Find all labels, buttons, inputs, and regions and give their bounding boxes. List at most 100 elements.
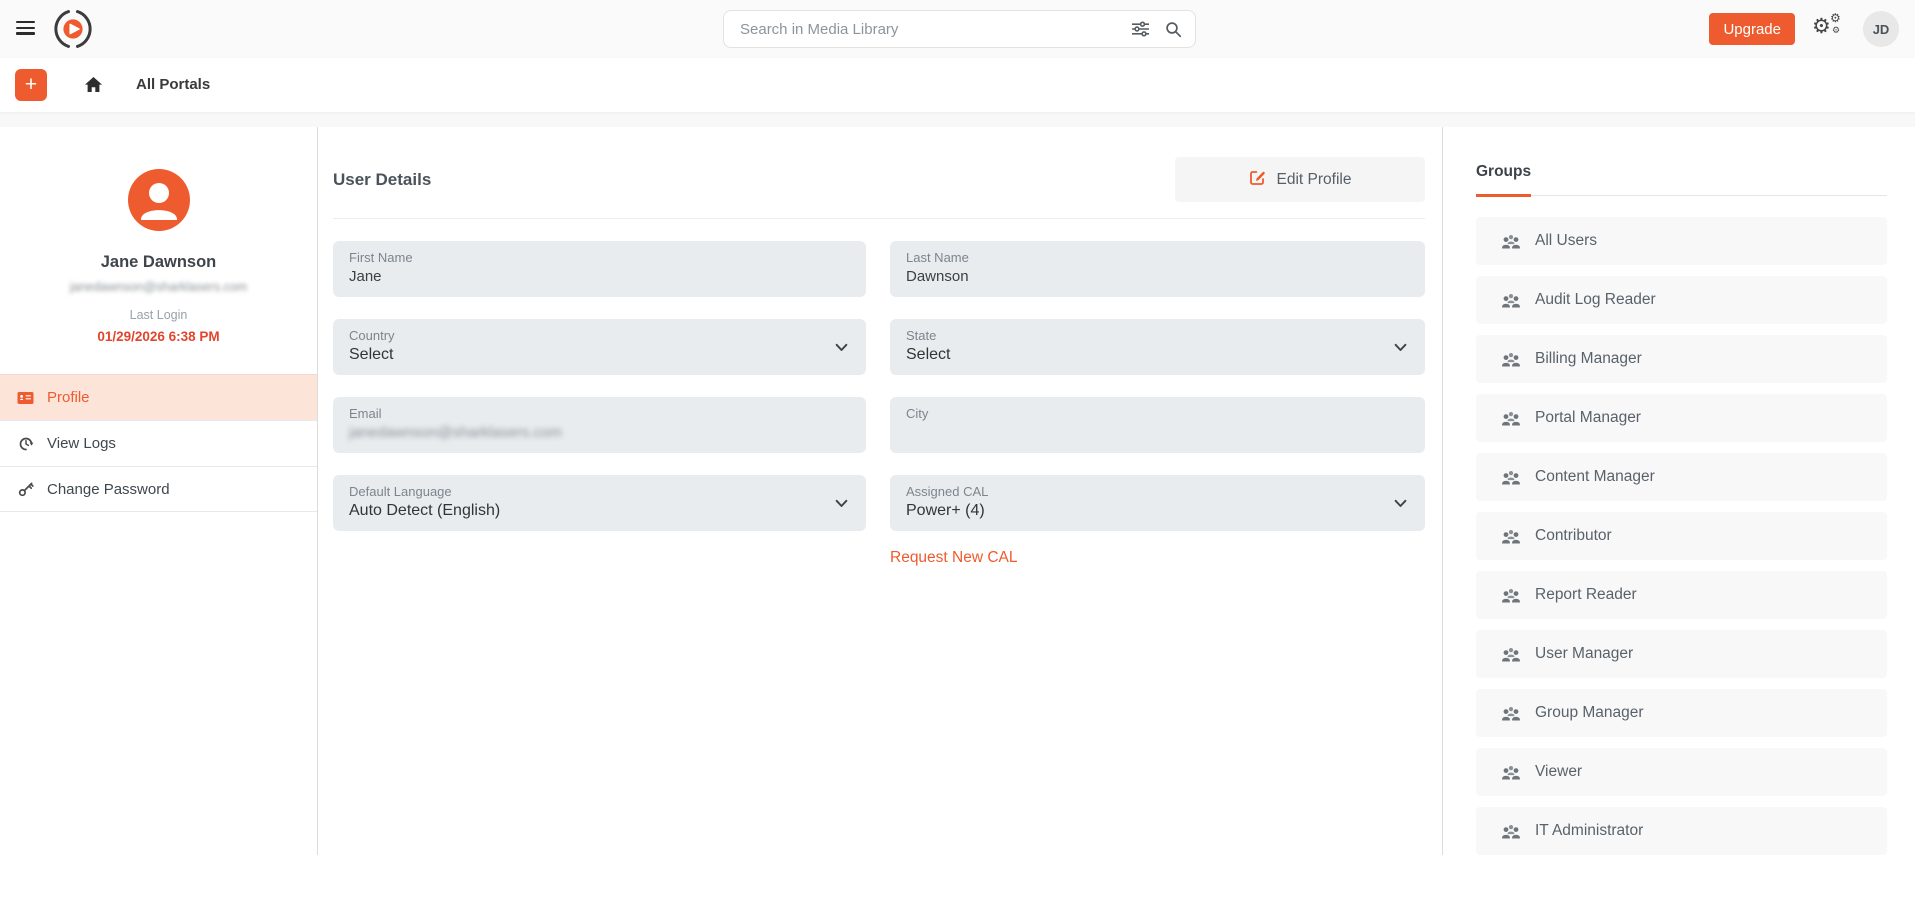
menu-item-label: View Logs	[47, 435, 116, 452]
breadcrumb[interactable]: All Portals	[136, 76, 210, 93]
top-right-cluster: Upgrade ⚙⚙⚙ JD	[1709, 0, 1899, 58]
group-item-user-manager[interactable]: User Manager	[1476, 630, 1887, 678]
group-item-billing-manager[interactable]: Billing Manager	[1476, 335, 1887, 383]
users-icon	[1501, 588, 1521, 603]
last-name-field[interactable]: Last Name Dawnson	[890, 241, 1425, 297]
chevron-down-icon	[835, 499, 848, 508]
email-field[interactable]: Email janedawnson@sharklasers.com	[333, 397, 866, 453]
profile-menu: Profile View Logs	[0, 374, 317, 512]
page-title: User Details	[333, 170, 431, 190]
field-value: janedawnson@sharklasers.com	[349, 424, 850, 441]
top-bar: Upgrade ⚙⚙⚙ JD	[0, 0, 1915, 58]
group-item-portal-manager[interactable]: Portal Manager	[1476, 394, 1887, 442]
field-label: First Name	[349, 250, 850, 265]
group-item-contributor[interactable]: Contributor	[1476, 512, 1887, 560]
users-icon	[1501, 647, 1521, 662]
users-icon	[1501, 293, 1521, 308]
last-login-value: 01/29/2026 6:38 PM	[0, 329, 317, 344]
edit-profile-label: Edit Profile	[1277, 171, 1352, 189]
users-icon	[1501, 470, 1521, 485]
group-item-it-administrator[interactable]: IT Administrator	[1476, 807, 1887, 855]
search-icon[interactable]	[1165, 21, 1182, 38]
groups-list: All Users Audit Log Reader Billing Manag…	[1476, 217, 1887, 855]
group-item-report-reader[interactable]: Report Reader	[1476, 571, 1887, 619]
users-icon	[1501, 352, 1521, 367]
user-details-panel: User Details Edit Profile First Name Jan…	[318, 127, 1443, 855]
field-value: Dawnson	[906, 268, 1409, 285]
field-value: Jane	[349, 268, 850, 285]
assigned-cal-select[interactable]: Assigned CAL Power+ (4)	[890, 475, 1425, 531]
group-item-viewer[interactable]: Viewer	[1476, 748, 1887, 796]
group-item-label: Audit Log Reader	[1535, 291, 1656, 309]
brand-logo[interactable]	[52, 8, 94, 55]
field-label: Email	[349, 406, 850, 421]
users-icon	[1501, 706, 1521, 721]
group-item-label: Group Manager	[1535, 704, 1644, 722]
tab-groups[interactable]: Groups	[1476, 163, 1531, 197]
country-select[interactable]: Country Select	[333, 319, 866, 375]
chevron-down-icon	[1394, 499, 1407, 508]
field-value: Power+ (4)	[906, 502, 1409, 520]
field-label: Country	[349, 328, 850, 343]
field-label: Assigned CAL	[906, 484, 1409, 499]
upgrade-button[interactable]: Upgrade	[1709, 13, 1795, 45]
menu-item-label: Change Password	[47, 481, 170, 498]
menu-item-change-password[interactable]: Change Password	[0, 466, 317, 512]
search-input[interactable]	[740, 21, 1116, 38]
last-login-label: Last Login	[0, 308, 317, 322]
groups-tabs: Groups	[1476, 163, 1887, 196]
field-label: State	[906, 328, 1409, 343]
content-area: Jane Dawnson janedawnson@sharklasers.com…	[0, 127, 1915, 866]
field-label: Last Name	[906, 250, 1409, 265]
group-item-label: Viewer	[1535, 763, 1582, 781]
id-card-icon	[17, 391, 34, 405]
filter-icon[interactable]	[1131, 21, 1150, 37]
history-icon	[17, 436, 34, 452]
gears-icon[interactable]: ⚙⚙⚙	[1812, 13, 1846, 45]
key-icon	[17, 481, 34, 497]
profile-email: janedawnson@sharklasers.com	[0, 280, 317, 294]
first-name-field[interactable]: First Name Jane	[333, 241, 866, 297]
groups-panel: Groups All Users Audit Log Reader Billin…	[1443, 127, 1915, 866]
profile-name: Jane Dawnson	[0, 253, 317, 272]
page-gap-strip	[0, 112, 1915, 127]
users-icon	[1501, 529, 1521, 544]
default-language-select[interactable]: Default Language Auto Detect (English)	[333, 475, 866, 531]
group-item-label: User Manager	[1535, 645, 1633, 663]
edit-profile-button[interactable]: Edit Profile	[1175, 157, 1425, 202]
users-icon	[1501, 234, 1521, 249]
users-icon	[1501, 411, 1521, 426]
group-item-label: IT Administrator	[1535, 822, 1643, 840]
user-menu-avatar[interactable]: JD	[1863, 11, 1899, 47]
group-item-content-manager[interactable]: Content Manager	[1476, 453, 1887, 501]
group-item-all-users[interactable]: All Users	[1476, 217, 1887, 265]
group-item-group-manager[interactable]: Group Manager	[1476, 689, 1887, 737]
action-bar: + All Portals	[0, 58, 1915, 112]
group-item-label: Portal Manager	[1535, 409, 1641, 427]
group-item-label: Report Reader	[1535, 586, 1637, 604]
home-icon[interactable]	[84, 76, 103, 98]
add-button[interactable]: +	[15, 69, 47, 101]
group-item-label: All Users	[1535, 232, 1597, 250]
users-icon	[1501, 824, 1521, 839]
field-value: Select	[906, 346, 1409, 364]
group-item-label: Content Manager	[1535, 468, 1655, 486]
group-item-label: Contributor	[1535, 527, 1612, 545]
user-avatar-icon	[128, 169, 190, 231]
chevron-down-icon	[1394, 343, 1407, 352]
search-box	[723, 10, 1196, 48]
menu-item-profile[interactable]: Profile	[0, 374, 317, 420]
menu-item-label: Profile	[47, 389, 90, 406]
hamburger-icon[interactable]	[16, 21, 35, 38]
request-new-cal-link[interactable]: Request New CAL	[890, 549, 1018, 567]
group-item-label: Billing Manager	[1535, 350, 1642, 368]
field-value: Auto Detect (English)	[349, 502, 850, 520]
user-details-form: First Name Jane Last Name Dawnson Countr…	[333, 241, 1442, 567]
field-value: Select	[349, 346, 850, 364]
menu-item-view-logs[interactable]: View Logs	[0, 420, 317, 466]
profile-sidebar: Jane Dawnson janedawnson@sharklasers.com…	[0, 127, 318, 855]
city-field[interactable]: City	[890, 397, 1425, 453]
state-select[interactable]: State Select	[890, 319, 1425, 375]
group-item-audit-log-reader[interactable]: Audit Log Reader	[1476, 276, 1887, 324]
chevron-down-icon	[835, 343, 848, 352]
